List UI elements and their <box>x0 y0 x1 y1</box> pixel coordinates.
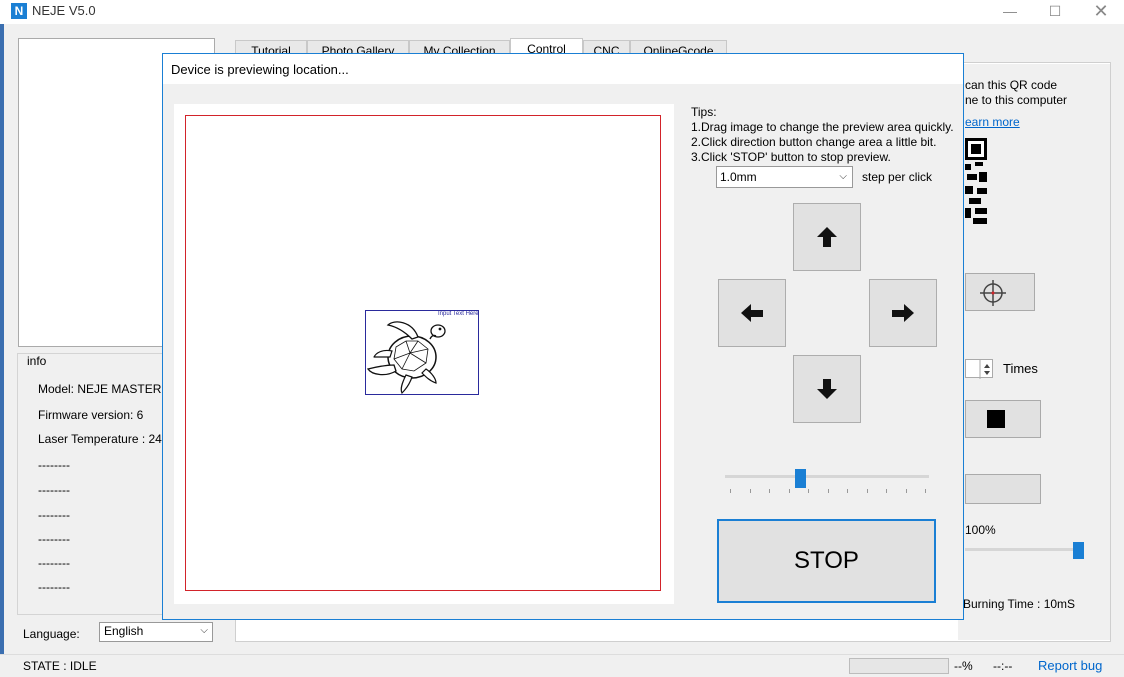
progress-percent: --% <box>954 659 973 673</box>
info-placeholder: -------- <box>38 458 70 472</box>
language-select[interactable]: English ⌵ <box>99 622 213 642</box>
minimize-icon[interactable]: — <box>987 0 1033 24</box>
move-right-button[interactable] <box>869 279 937 347</box>
maximize-icon[interactable]: ☐ <box>1032 0 1078 24</box>
burning-time-text: Burning Time : 10mS <box>963 597 1076 611</box>
info-title: info <box>25 354 49 368</box>
speed-slider-track[interactable] <box>725 475 929 478</box>
tip-line: 3.Click 'STOP' button to stop preview. <box>691 150 891 164</box>
times-label: Times <box>1003 361 1038 376</box>
info-placeholder: -------- <box>38 556 70 570</box>
slider-tick <box>925 489 926 493</box>
slider-tick <box>788 489 790 493</box>
step-size-value: 1.0mm <box>720 170 757 184</box>
language-value: English <box>104 624 144 638</box>
step-per-click-label: step per click <box>862 170 933 184</box>
power-percent: 100% <box>965 523 996 537</box>
close-icon[interactable]: ✕ <box>1078 0 1124 24</box>
move-left-button[interactable] <box>718 279 786 347</box>
stop-button[interactable]: STOP <box>717 519 936 603</box>
info-placeholder: -------- <box>38 508 70 522</box>
move-up-button[interactable] <box>793 203 861 271</box>
learn-more-link[interactable]: earn more <box>965 115 1020 129</box>
model-text: Model: NEJE MASTER <box>38 382 162 396</box>
time-remaining: --:-- <box>993 659 1013 673</box>
info-placeholder: -------- <box>38 483 70 497</box>
slider-tick <box>905 489 907 493</box>
chevron-down-icon: ⌵ <box>200 625 208 636</box>
firmware-text: Firmware version: 6 <box>38 408 144 422</box>
image-text-label: Input Text Here <box>438 311 479 317</box>
speed-slider-thumb[interactable] <box>795 469 807 488</box>
window-title: NEJE V5.0 <box>32 3 96 18</box>
preview-image[interactable] <box>365 310 479 395</box>
dialog-title: Device is previewing location... <box>171 62 349 77</box>
arrow-down-icon <box>817 379 837 399</box>
slider-tick <box>769 489 770 493</box>
arrow-up-icon <box>817 227 837 247</box>
qr-code-icon <box>965 138 987 224</box>
tip-line: 2.Click direction button change area a l… <box>691 135 937 149</box>
turtle-image <box>366 321 446 395</box>
laser-temperature-text: Laser Temperature : 24 <box>38 432 162 446</box>
app-logo-icon: N <box>11 3 27 19</box>
arrow-right-icon <box>892 304 914 322</box>
slider-tick <box>808 489 809 493</box>
crosshair-icon <box>980 280 1006 306</box>
locate-button[interactable] <box>965 273 1035 311</box>
power-slider-track[interactable] <box>965 548 1083 551</box>
slider-tick <box>827 489 829 493</box>
action-button[interactable] <box>965 474 1041 504</box>
slider-tick <box>847 489 848 493</box>
language-label: Language: <box>23 627 80 641</box>
stop-square-icon <box>987 410 1005 428</box>
tip-line: 1.Drag image to change the preview area … <box>691 120 954 134</box>
slider-tick <box>730 489 731 493</box>
stepper-arrows-icon <box>979 360 990 379</box>
qr-instruction-line2: ne to this computer <box>965 93 1068 107</box>
qr-instruction-line1: can this QR code <box>965 78 1058 92</box>
tips-title: Tips: <box>691 105 717 119</box>
title-bar <box>0 0 1124 24</box>
progress-bar <box>849 658 949 674</box>
slider-tick <box>866 489 868 493</box>
step-size-select[interactable]: 1.0mm ⌵ <box>716 166 853 188</box>
chevron-down-icon: ⌵ <box>839 171 847 182</box>
report-bug-link[interactable]: Report bug <box>1038 658 1102 673</box>
slider-tick <box>886 489 887 493</box>
times-stepper[interactable] <box>965 359 993 379</box>
info-placeholder: -------- <box>38 580 70 594</box>
desktop-edge <box>0 24 4 654</box>
arrow-left-icon <box>741 304 763 322</box>
power-slider-thumb[interactable] <box>1073 542 1084 559</box>
state-text: STATE : IDLE <box>23 659 97 673</box>
info-placeholder: -------- <box>38 532 70 546</box>
move-down-button[interactable] <box>793 355 861 423</box>
slider-tick <box>749 489 751 493</box>
